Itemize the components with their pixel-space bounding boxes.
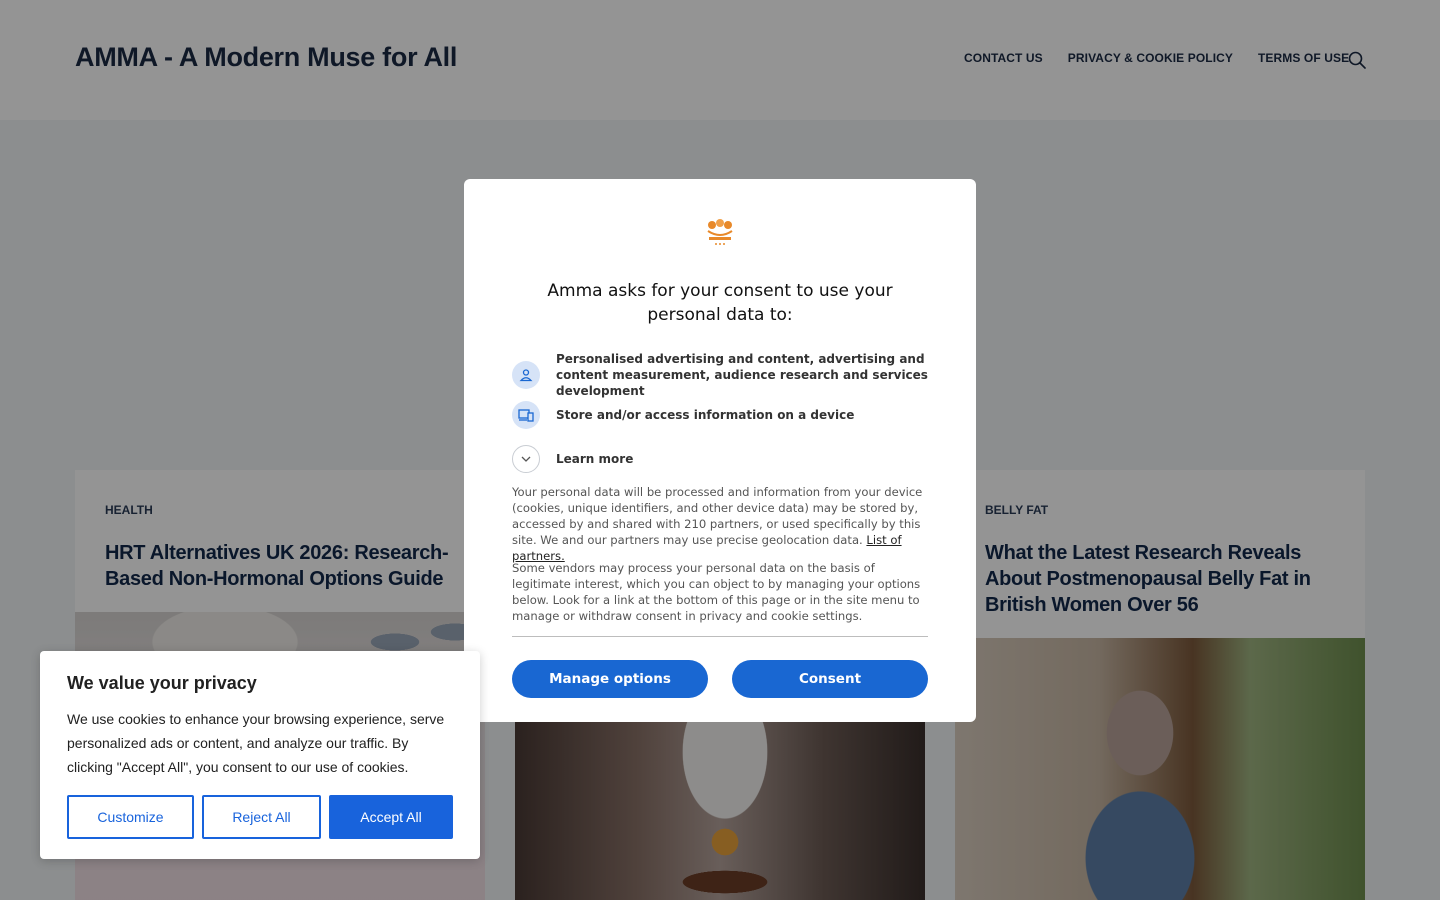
consent-body-paragraph: Your personal data will be processed and… [512, 485, 923, 547]
divider [512, 636, 928, 637]
device-icon [512, 401, 540, 429]
chevron-down-icon[interactable] [512, 445, 540, 473]
learn-more-label[interactable]: Learn more [556, 452, 633, 466]
learn-more-toggle[interactable]: Learn more [512, 445, 633, 473]
purpose-text: Store and/or access information on a dev… [556, 408, 855, 422]
manage-options-button[interactable]: Manage options [512, 660, 708, 698]
amma-logo-icon [707, 219, 733, 245]
consent-body-text: Your personal data will be processed and… [512, 484, 928, 564]
purpose-text: Personalised advertising and content, ad… [556, 352, 928, 398]
customize-button[interactable]: Customize [67, 795, 194, 839]
cookie-banner-title: We value your privacy [67, 673, 257, 693]
person-icon [512, 361, 540, 389]
reject-all-button[interactable]: Reject All [202, 795, 321, 839]
purpose-item: Store and/or access information on a dev… [512, 401, 928, 429]
cookie-banner-text: We use cookies to enhance your browsing … [67, 711, 445, 775]
cookie-banner: We value your privacy We use cookies to … [40, 651, 480, 859]
consent-legitimate-interest-text: Some vendors may process your personal d… [512, 561, 921, 623]
consent-title: Amma asks for your consent to use your p… [547, 281, 893, 325]
purpose-item: Personalised advertising and content, ad… [512, 351, 928, 399]
consent-dialog: Amma asks for your consent to use your p… [464, 179, 976, 722]
consent-button[interactable]: Consent [732, 660, 928, 698]
accept-all-button[interactable]: Accept All [329, 795, 453, 839]
